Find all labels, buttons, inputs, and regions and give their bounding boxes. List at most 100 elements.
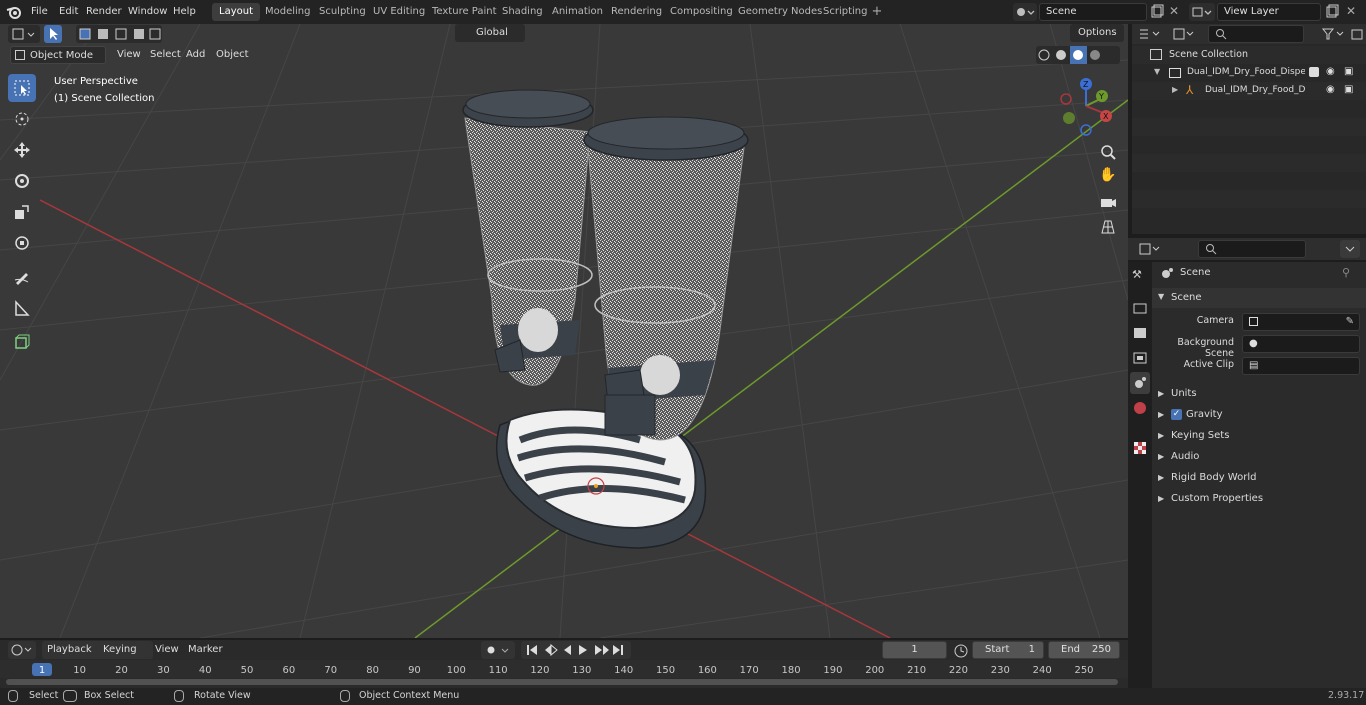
tab-uv-editing[interactable]: UV Editing bbox=[366, 3, 432, 21]
menu-view[interactable]: View bbox=[112, 46, 146, 64]
transform-tool-icon[interactable] bbox=[8, 229, 36, 257]
scene-panel-header[interactable]: ▼ Scene bbox=[1152, 288, 1366, 308]
camera-view-icon[interactable] bbox=[1098, 192, 1118, 212]
timeline-scrollbar[interactable] bbox=[6, 679, 1118, 685]
active-clip-field[interactable]: ▤ bbox=[1242, 357, 1360, 375]
output-tab-icon[interactable] bbox=[1132, 325, 1148, 341]
properties-options-icon[interactable] bbox=[1340, 240, 1360, 258]
annotate-tool-icon[interactable] bbox=[8, 263, 36, 291]
blender-logo-icon[interactable] bbox=[6, 4, 22, 20]
tool-tab-icon[interactable]: ⚒ bbox=[1132, 268, 1148, 284]
tab-geometry-nodes[interactable]: Geometry Nodes bbox=[731, 3, 829, 21]
menu-add[interactable]: Add bbox=[181, 46, 210, 64]
scale-tool-icon[interactable] bbox=[8, 198, 36, 226]
start-frame-field[interactable]: Start 1 bbox=[972, 641, 1044, 659]
tab-sculpting[interactable]: Sculpting bbox=[312, 3, 373, 21]
mode-selector[interactable]: Object Mode bbox=[10, 46, 106, 64]
marker-menu[interactable]: Marker bbox=[183, 641, 228, 659]
properties-editor-icon[interactable] bbox=[1136, 240, 1164, 258]
rigid-body-world-panel[interactable]: ▶ Rigid Body World bbox=[1152, 467, 1366, 488]
scene-tab-icon[interactable] bbox=[1130, 372, 1150, 394]
visibility-eye-icon[interactable]: ◉ bbox=[1326, 84, 1335, 95]
menu-render[interactable]: Render bbox=[82, 4, 126, 20]
tab-modeling[interactable]: Modeling bbox=[258, 3, 318, 21]
new-collection-icon[interactable] bbox=[1350, 26, 1364, 42]
measure-tool-icon[interactable] bbox=[8, 294, 36, 322]
view-layer-browse-icon[interactable] bbox=[1189, 3, 1215, 21]
menu-file[interactable]: File bbox=[27, 4, 52, 20]
view-layer-field[interactable]: View Layer bbox=[1217, 3, 1321, 21]
keying-sets-panel[interactable]: ▶ Keying Sets bbox=[1152, 425, 1366, 446]
render-camera-icon[interactable]: ▣ bbox=[1344, 66, 1353, 77]
menu-window[interactable]: Window bbox=[124, 4, 171, 20]
expand-arrow-icon[interactable]: ▼ bbox=[1154, 67, 1160, 76]
outliner-row-collection[interactable]: ▼ Dual_IDM_Dry_Food_Dispense ◉ ▣ bbox=[1132, 64, 1366, 82]
filter-icon[interactable] bbox=[1320, 26, 1348, 42]
record-button[interactable] bbox=[481, 641, 515, 659]
exclude-checkbox[interactable] bbox=[1309, 67, 1319, 77]
texture-tab-icon[interactable] bbox=[1132, 440, 1148, 456]
scene-browse-icon[interactable] bbox=[1013, 3, 1037, 21]
add-cube-tool-icon[interactable] bbox=[8, 328, 36, 356]
move-tool-icon[interactable] bbox=[8, 136, 36, 164]
world-tab-icon[interactable] bbox=[1132, 400, 1148, 416]
menu-edit[interactable]: Edit bbox=[55, 4, 82, 20]
gravity-checkbox[interactable]: ✓ bbox=[1171, 409, 1182, 420]
perspective-toggle-icon[interactable] bbox=[1098, 217, 1118, 237]
select-box-tool-icon[interactable] bbox=[8, 74, 36, 102]
display-mode-icon[interactable] bbox=[1170, 26, 1198, 42]
timeline-editor-icon[interactable] bbox=[8, 641, 36, 659]
pan-hand-icon[interactable]: ✋ bbox=[1098, 167, 1118, 187]
tab-compositing[interactable]: Compositing bbox=[663, 3, 740, 21]
visibility-eye-icon[interactable]: ◉ bbox=[1326, 66, 1335, 77]
shading-modes[interactable] bbox=[1036, 46, 1120, 64]
end-frame-field[interactable]: End 250 bbox=[1048, 641, 1120, 659]
add-workspace-icon[interactable]: + bbox=[870, 5, 884, 19]
cursor-tool-icon[interactable] bbox=[8, 105, 36, 133]
menu-object[interactable]: Object bbox=[211, 46, 254, 64]
rotate-tool-icon[interactable] bbox=[8, 167, 36, 195]
audio-panel[interactable]: ▶ Audio bbox=[1152, 446, 1366, 467]
render-camera-icon[interactable]: ▣ bbox=[1344, 84, 1353, 95]
properties-search-input[interactable] bbox=[1198, 240, 1306, 258]
tab-texture-paint[interactable]: Texture Paint bbox=[425, 3, 504, 21]
delete-scene-icon[interactable]: ✕ bbox=[1167, 4, 1181, 20]
units-panel[interactable]: ▶ Units bbox=[1152, 383, 1366, 404]
scene-name-field[interactable]: Scene bbox=[1039, 3, 1147, 21]
expand-arrow-icon[interactable]: ▶ bbox=[1172, 85, 1178, 94]
tab-shading[interactable]: Shading bbox=[495, 3, 550, 21]
current-frame-field[interactable]: 1 bbox=[882, 641, 947, 659]
outliner-row-scene-collection[interactable]: Scene Collection bbox=[1132, 46, 1366, 64]
transform-orientation[interactable]: Global bbox=[455, 24, 525, 42]
background-scene-field[interactable]: ● bbox=[1242, 335, 1360, 353]
select-tool-icon[interactable] bbox=[44, 25, 62, 43]
options-button[interactable]: Options bbox=[1070, 24, 1124, 42]
custom-properties-panel[interactable]: ▶ Custom Properties bbox=[1152, 488, 1366, 509]
tab-animation[interactable]: Animation bbox=[545, 3, 610, 21]
playback-controls[interactable] bbox=[521, 641, 631, 659]
3d-viewport[interactable]: Object Mode View Select Add Object Globa… bbox=[0, 24, 1128, 638]
new-scene-icon[interactable] bbox=[1149, 3, 1165, 21]
camera-field[interactable]: ✎ bbox=[1242, 313, 1360, 331]
outliner-editor-icon[interactable] bbox=[1136, 26, 1164, 42]
timeline-view-menu[interactable]: View bbox=[150, 641, 184, 659]
view-layer-tab-icon[interactable] bbox=[1132, 350, 1148, 366]
keying-menu[interactable]: Keying bbox=[98, 641, 153, 659]
tab-layout[interactable]: Layout bbox=[212, 3, 260, 21]
editor-type-icon[interactable] bbox=[8, 25, 40, 43]
gravity-panel[interactable]: ▶ ✓ Gravity bbox=[1152, 404, 1366, 425]
menu-select[interactable]: Select bbox=[145, 46, 186, 64]
tab-rendering[interactable]: Rendering bbox=[604, 3, 669, 21]
menu-help[interactable]: Help bbox=[169, 4, 200, 20]
navigation-gizmo[interactable]: Z Y X bbox=[1058, 76, 1118, 136]
outliner-row-object[interactable]: ▶ ⅄ Dual_IDM_Dry_Food_Disp ◉ ▣ bbox=[1132, 82, 1366, 100]
delete-view-layer-icon[interactable]: ✕ bbox=[1344, 4, 1358, 20]
eyedropper-icon[interactable]: ✎ bbox=[1346, 314, 1354, 330]
zoom-icon[interactable] bbox=[1098, 142, 1118, 162]
selection-mode-buttons[interactable] bbox=[76, 25, 162, 43]
pin-icon[interactable]: ⚲ bbox=[1342, 266, 1350, 279]
tab-scripting[interactable]: Scripting bbox=[816, 3, 874, 21]
render-tab-icon[interactable] bbox=[1132, 300, 1148, 316]
outliner-search-input[interactable] bbox=[1208, 25, 1304, 43]
new-view-layer-icon[interactable] bbox=[1324, 3, 1340, 21]
